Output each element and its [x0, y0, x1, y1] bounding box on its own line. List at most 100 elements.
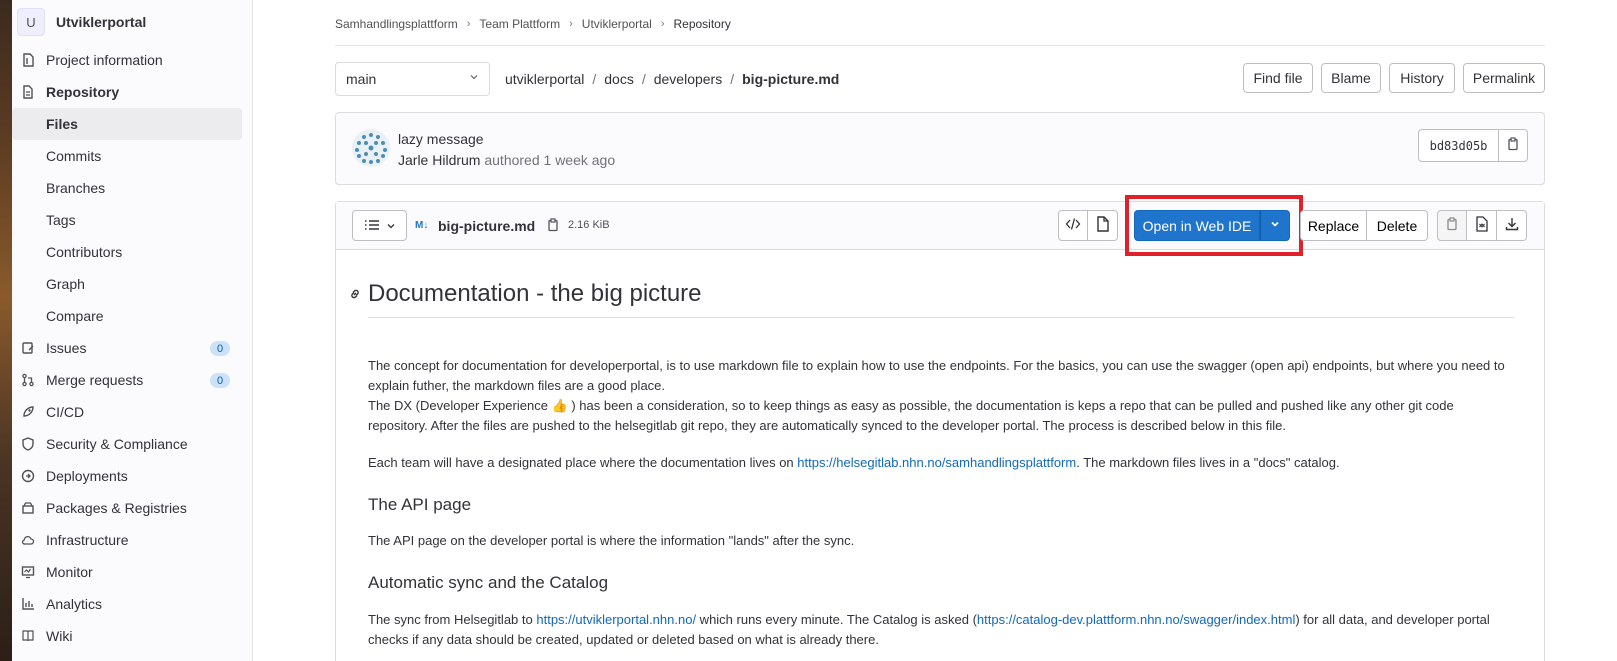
raw-file-icon — [1475, 216, 1489, 235]
download-icon — [1505, 217, 1519, 234]
chevron-down-icon — [386, 218, 396, 234]
permalink-button[interactable]: Permalink — [1463, 63, 1545, 93]
file-icon — [1096, 216, 1110, 235]
commit-author[interactable]: Jarle Hildrum — [398, 152, 480, 168]
doc-link[interactable]: https://helsegitlab.nhn.no/samhandlingsp… — [797, 455, 1076, 470]
commit-meta: Jarle Hildrum authored 1 week ago — [398, 152, 615, 168]
project-info-icon — [20, 52, 36, 68]
sidebar-item-label: Repository — [46, 84, 120, 100]
history-button[interactable]: History — [1389, 63, 1455, 93]
doc-paragraph-line: The concept for documentation for develo… — [368, 358, 1505, 393]
sidebar-sub-commits[interactable]: Commits — [12, 140, 252, 172]
path-separator: / — [592, 71, 597, 87]
path-segment-project[interactable]: utviklerportal — [505, 71, 584, 87]
doc-paragraph: The API page on the developer portal is … — [368, 533, 855, 548]
link-icon[interactable] — [348, 287, 362, 304]
toc-dropdown-button[interactable] — [352, 210, 407, 241]
sidebar-item-deployments[interactable]: Deployments — [12, 460, 252, 492]
breadcrumb-item-project[interactable]: Utviklerportal — [582, 17, 652, 31]
delete-button[interactable]: Delete — [1367, 210, 1428, 241]
sidebar-item-label: Issues — [46, 340, 87, 356]
copy-sha-button[interactable] — [1498, 129, 1528, 162]
sidebar-item-wiki[interactable]: Wiki — [12, 620, 252, 652]
file-name: big-picture.md — [438, 218, 536, 234]
sidebar-item-monitor[interactable]: Monitor — [12, 556, 252, 588]
sidebar-item-packages[interactable]: Packages & Registries — [12, 492, 252, 524]
doc-paragraph: The concept for documentation for develo… — [368, 356, 1514, 436]
breadcrumb-item-repository[interactable]: Repository — [673, 17, 730, 31]
issues-count-badge: 0 — [210, 341, 230, 356]
path-segment-docs[interactable]: docs — [604, 71, 634, 87]
sidebar-item-repository[interactable]: Repository — [12, 76, 252, 108]
chevron-right-icon: › — [569, 18, 573, 30]
replace-button[interactable]: Replace — [1300, 210, 1367, 241]
copy-file-path-button[interactable] — [546, 218, 560, 235]
sidebar-item-security[interactable]: Security & Compliance — [12, 428, 252, 460]
view-source-button[interactable] — [1058, 210, 1088, 241]
code-icon — [1065, 217, 1081, 234]
doc-text: . The markdown files lives in a "docs" c… — [1076, 455, 1340, 470]
document-icon — [20, 84, 36, 100]
sidebar-sub-branches[interactable]: Branches — [12, 172, 252, 204]
doc-text: The sync from Helsegitlab to — [368, 612, 537, 627]
commit-authored-time: authored 1 week ago — [480, 152, 616, 168]
file-path: utviklerportal / docs / developers / big-pictu… — [505, 71, 839, 87]
project-avatar[interactable]: U — [17, 8, 45, 36]
sidebar-item-analytics[interactable]: Analytics — [12, 588, 252, 620]
project-header[interactable]: U Utviklerportal — [12, 0, 252, 44]
doc-heading-1: Documentation - the big picture — [351, 280, 702, 308]
list-icon — [364, 218, 380, 234]
doc-link[interactable]: https://utviklerportal.nhn.no/ — [536, 612, 696, 627]
branch-selector[interactable]: main — [335, 62, 490, 96]
sidebar-item-cicd[interactable]: CI/CD — [12, 396, 252, 428]
markdown-icon: M↓ — [415, 220, 429, 231]
view-toggle-group — [1058, 210, 1118, 241]
chevron-right-icon: › — [660, 18, 665, 30]
thumbs-up-emoji: 👍 — [551, 398, 568, 413]
deployments-icon — [20, 468, 36, 484]
breadcrumb-item-team[interactable]: Team Plattform — [479, 17, 560, 31]
branch-name: main — [346, 71, 377, 87]
divider — [368, 317, 1514, 318]
open-raw-button[interactable] — [1467, 210, 1497, 241]
package-icon — [20, 500, 36, 516]
chevron-right-icon: › — [466, 18, 471, 30]
path-segment-developers[interactable]: developers — [654, 71, 723, 87]
sidebar-item-infrastructure[interactable]: Infrastructure — [12, 524, 252, 556]
download-button[interactable] — [1497, 210, 1527, 241]
sidebar-item-issues[interactable]: Issues 0 — [12, 332, 252, 364]
commit-title[interactable]: lazy message — [398, 131, 484, 147]
copy-contents-button[interactable] — [1437, 210, 1467, 241]
sidebar-item-project-information[interactable]: Project information — [12, 44, 252, 76]
sidebar-item-label: Merge requests — [46, 372, 144, 388]
last-commit-box: lazy message Jarle Hildrum authored 1 we… — [335, 112, 1545, 185]
sidebar-sub-contributors[interactable]: Contributors — [12, 236, 252, 268]
avatar[interactable] — [352, 129, 390, 167]
sidebar-item-merge-requests[interactable]: Merge requests 0 — [12, 364, 252, 396]
file-action-group — [1437, 210, 1527, 241]
sidebar-sub-tags[interactable]: Tags — [12, 204, 252, 236]
blame-button[interactable]: Blame — [1321, 63, 1381, 93]
doc-heading-api-page: The API page — [368, 495, 472, 514]
rocket-icon — [20, 404, 36, 420]
path-segment-file: big-picture.md — [742, 71, 840, 87]
sidebar-item-label: Deployments — [46, 468, 128, 484]
find-file-button[interactable]: Find file — [1243, 63, 1313, 93]
doc-link[interactable]: https://catalog-dev.plattform.nhn.no/swa… — [977, 612, 1295, 627]
replace-delete-group: Replace Delete — [1300, 210, 1428, 241]
view-rendered-button[interactable] — [1088, 210, 1118, 241]
sidebar-sub-compare[interactable]: Compare — [12, 300, 252, 332]
project-name[interactable]: Utviklerportal — [56, 14, 146, 30]
sidebar: U Utviklerportal Project information Rep… — [12, 0, 253, 661]
shield-icon — [20, 436, 36, 452]
sidebar-sub-graph[interactable]: Graph — [12, 268, 252, 300]
clipboard-icon — [1506, 137, 1520, 154]
doc-text: Each team will have a designated place w… — [368, 455, 798, 470]
sidebar-sub-files[interactable]: Files — [12, 108, 242, 140]
commit-sha-group: bd83d05b — [1418, 129, 1528, 162]
breadcrumb-item-group[interactable]: Samhandlingsplattform — [335, 17, 458, 31]
issues-icon — [20, 340, 36, 356]
sidebar-item-label: Monitor — [46, 564, 93, 580]
divider — [335, 45, 1545, 46]
commit-sha[interactable]: bd83d05b — [1418, 129, 1498, 162]
